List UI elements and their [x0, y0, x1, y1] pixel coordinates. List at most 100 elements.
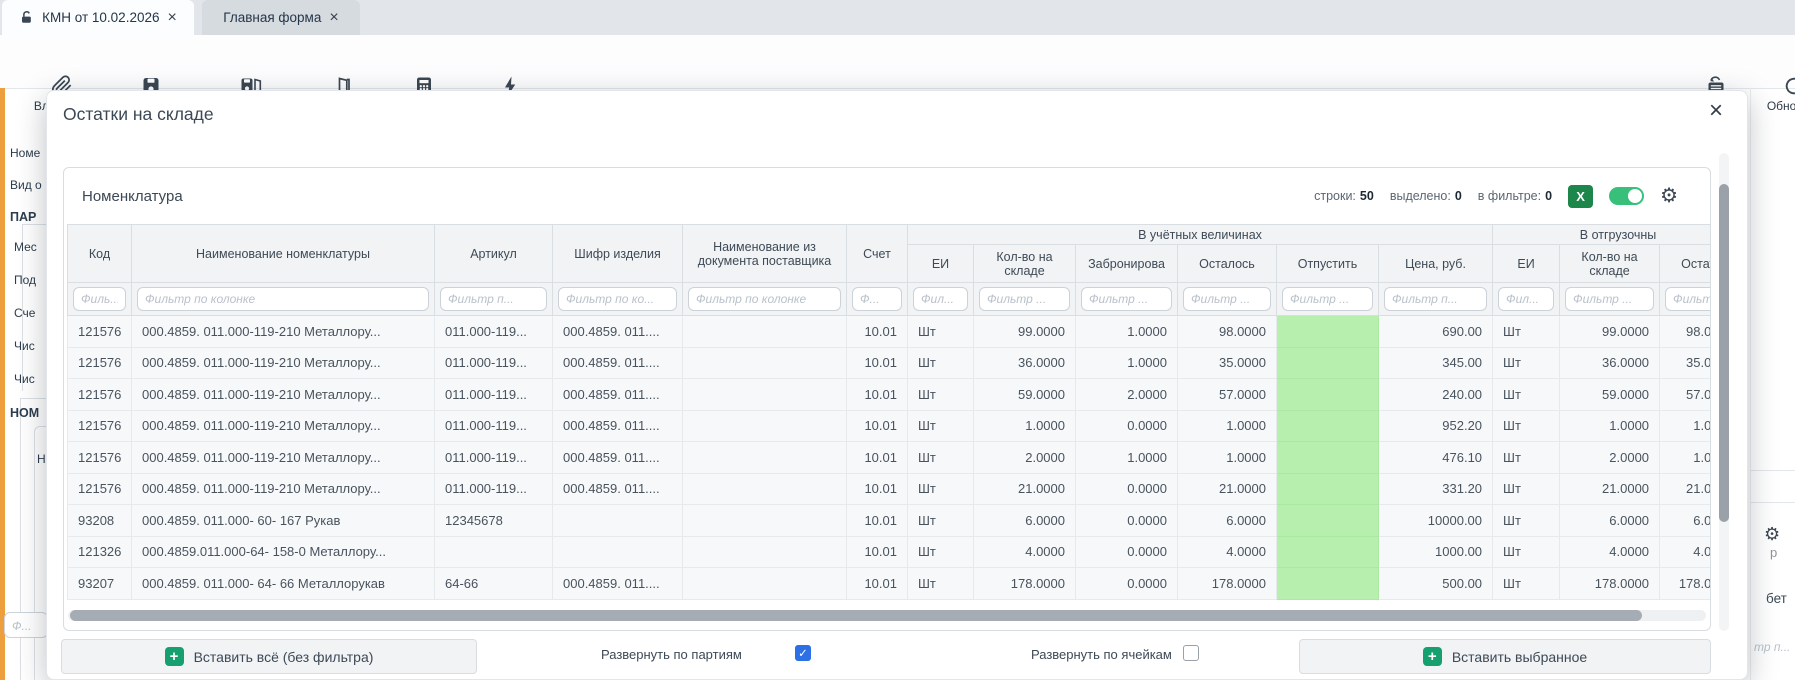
cell-r8-c5[interactable]: [683, 536, 847, 568]
filter-input-11[interactable]: [1384, 287, 1487, 311]
filter-input-12[interactable]: [1498, 287, 1554, 311]
cell-r8-c2[interactable]: 000.4859.011.000-64- 158-0 Металлору...: [132, 536, 435, 568]
tab-close-icon[interactable]: ×: [167, 10, 176, 26]
cell-r2-c2[interactable]: 000.4859. 011.000-119-210 Металлору...: [132, 347, 435, 379]
cell-r4-c5[interactable]: [683, 410, 847, 442]
cell-r8-c10[interactable]: 4.0000: [1178, 536, 1277, 568]
cell-r7-c2[interactable]: 000.4859. 011.000- 60- 167 Рукав: [132, 505, 435, 537]
cell-r3-c2[interactable]: 000.4859. 011.000-119-210 Металлору...: [132, 379, 435, 411]
table-row[interactable]: 121576000.4859. 011.000-119-210 Металлор…: [68, 316, 1711, 348]
cell-r8-c4[interactable]: [553, 536, 683, 568]
cell-r5-c10[interactable]: 1.0000: [1178, 442, 1277, 474]
cell-r1-c11[interactable]: [1277, 316, 1379, 348]
cell-r3-c7[interactable]: Шт: [908, 379, 974, 411]
cell-r6-c8[interactable]: 21.0000: [974, 473, 1076, 505]
dialog-close-icon[interactable]: ×: [1709, 97, 1723, 125]
filter-input-5[interactable]: [852, 287, 902, 311]
cell-r4-c7[interactable]: Шт: [908, 410, 974, 442]
cell-r6-c15[interactable]: 21.0000: [1660, 473, 1710, 505]
cell-r7-c12[interactable]: 10000.00: [1379, 505, 1493, 537]
cell-r2-c15[interactable]: 35.0000: [1660, 347, 1710, 379]
table-row[interactable]: 93207000.4859. 011.000- 64- 66 Металлору…: [68, 568, 1711, 600]
cell-r1-c8[interactable]: 99.0000: [974, 316, 1076, 348]
settings-gear-icon[interactable]: ⚙: [1660, 186, 1678, 206]
cell-r6-c12[interactable]: 331.20: [1379, 473, 1493, 505]
filter-input-9[interactable]: [1183, 287, 1271, 311]
cell-r5-c9[interactable]: 1.0000: [1076, 442, 1178, 474]
column-header-13[interactable]: Кол-во на складе: [1560, 245, 1660, 283]
cell-r6-c9[interactable]: 0.0000: [1076, 473, 1178, 505]
cell-r5-c6[interactable]: 10.01: [847, 442, 908, 474]
cell-r3-c12[interactable]: 240.00: [1379, 379, 1493, 411]
filter-input-0[interactable]: [73, 287, 126, 311]
cell-r4-c10[interactable]: 1.0000: [1178, 410, 1277, 442]
cell-r3-c10[interactable]: 57.0000: [1178, 379, 1277, 411]
cell-r5-c3[interactable]: 011.000-119...: [435, 442, 553, 474]
cell-r7-c15[interactable]: 6.0000: [1660, 505, 1710, 537]
column-header-5[interactable]: Счет: [847, 225, 908, 283]
cell-r4-c6[interactable]: 10.01: [847, 410, 908, 442]
table-row[interactable]: 121576000.4859. 011.000-119-210 Металлор…: [68, 410, 1711, 442]
expand-cells-checkbox[interactable]: [1183, 645, 1199, 661]
cell-r4-c11[interactable]: [1277, 410, 1379, 442]
column-header-2[interactable]: Артикул: [435, 225, 553, 283]
cell-r6-c11[interactable]: [1277, 473, 1379, 505]
column-header-9[interactable]: Осталось: [1178, 245, 1277, 283]
column-header-12[interactable]: ЕИ: [1493, 245, 1560, 283]
filter-input-14[interactable]: [1665, 287, 1710, 311]
cell-r7-c1[interactable]: 93208: [68, 505, 132, 537]
background-filter-input-fragment[interactable]: Ф...: [4, 612, 48, 638]
vertical-scrollbar-thumb[interactable]: [1719, 184, 1729, 522]
cell-r3-c15[interactable]: 57.0000: [1660, 379, 1710, 411]
cell-r6-c1[interactable]: 121576: [68, 473, 132, 505]
cell-r3-c11[interactable]: [1277, 379, 1379, 411]
column-header-0[interactable]: Код: [68, 225, 132, 283]
cell-r3-c1[interactable]: 121576: [68, 379, 132, 411]
cell-r7-c7[interactable]: Шт: [908, 505, 974, 537]
cell-r4-c4[interactable]: 000.4859. 011....: [553, 410, 683, 442]
horizontal-scrollbar-thumb[interactable]: [70, 610, 1642, 621]
cell-r1-c2[interactable]: 000.4859. 011.000-119-210 Металлору...: [132, 316, 435, 348]
cell-r5-c12[interactable]: 476.10: [1379, 442, 1493, 474]
cell-r6-c4[interactable]: 000.4859. 011....: [553, 473, 683, 505]
column-header-7[interactable]: Кол-во на складе: [974, 245, 1076, 283]
cell-r5-c1[interactable]: 121576: [68, 442, 132, 474]
toolbar-button-refresh[interactable]: Обновить: [1748, 75, 1795, 113]
cell-r1-c10[interactable]: 98.0000: [1178, 316, 1277, 348]
cell-r2-c7[interactable]: Шт: [908, 347, 974, 379]
cell-r1-c13[interactable]: Шт: [1493, 316, 1560, 348]
cell-r4-c1[interactable]: 121576: [68, 410, 132, 442]
cell-r8-c12[interactable]: 1000.00: [1379, 536, 1493, 568]
cell-r5-c5[interactable]: [683, 442, 847, 474]
cell-r5-c7[interactable]: Шт: [908, 442, 974, 474]
cell-r2-c3[interactable]: 011.000-119...: [435, 347, 553, 379]
cell-r5-c13[interactable]: Шт: [1493, 442, 1560, 474]
cell-r2-c14[interactable]: 36.0000: [1560, 347, 1660, 379]
expand-batches-checkbox[interactable]: ✓: [795, 645, 811, 661]
cell-r6-c13[interactable]: Шт: [1493, 473, 1560, 505]
column-header-6[interactable]: ЕИ: [908, 245, 974, 283]
cell-r2-c4[interactable]: 000.4859. 011....: [553, 347, 683, 379]
cell-r9-c8[interactable]: 178.0000: [974, 568, 1076, 600]
filter-input-3[interactable]: [558, 287, 677, 311]
column-header-11[interactable]: Цена, руб.: [1379, 245, 1493, 283]
cell-r4-c9[interactable]: 0.0000: [1076, 410, 1178, 442]
cell-r9-c3[interactable]: 64-66: [435, 568, 553, 600]
table-row[interactable]: 121576000.4859. 011.000-119-210 Металлор…: [68, 442, 1711, 474]
cell-r1-c9[interactable]: 1.0000: [1076, 316, 1178, 348]
cell-r4-c12[interactable]: 952.20: [1379, 410, 1493, 442]
cell-r3-c3[interactable]: 011.000-119...: [435, 379, 553, 411]
cell-r9-c2[interactable]: 000.4859. 011.000- 64- 66 Металлорукав: [132, 568, 435, 600]
cell-r3-c14[interactable]: 59.0000: [1560, 379, 1660, 411]
cell-r2-c6[interactable]: 10.01: [847, 347, 908, 379]
cell-r1-c15[interactable]: 98.0000: [1660, 316, 1710, 348]
cell-r4-c15[interactable]: 1.0000: [1660, 410, 1710, 442]
cell-r9-c1[interactable]: 93207: [68, 568, 132, 600]
cell-r7-c14[interactable]: 6.0000: [1560, 505, 1660, 537]
cell-r2-c1[interactable]: 121576: [68, 347, 132, 379]
cell-r8-c8[interactable]: 4.0000: [974, 536, 1076, 568]
column-header-4[interactable]: Наименование из документа поставщика: [683, 225, 847, 283]
cell-r9-c13[interactable]: Шт: [1493, 568, 1560, 600]
filter-input-1[interactable]: [137, 287, 429, 311]
cell-r1-c3[interactable]: 011.000-119...: [435, 316, 553, 348]
